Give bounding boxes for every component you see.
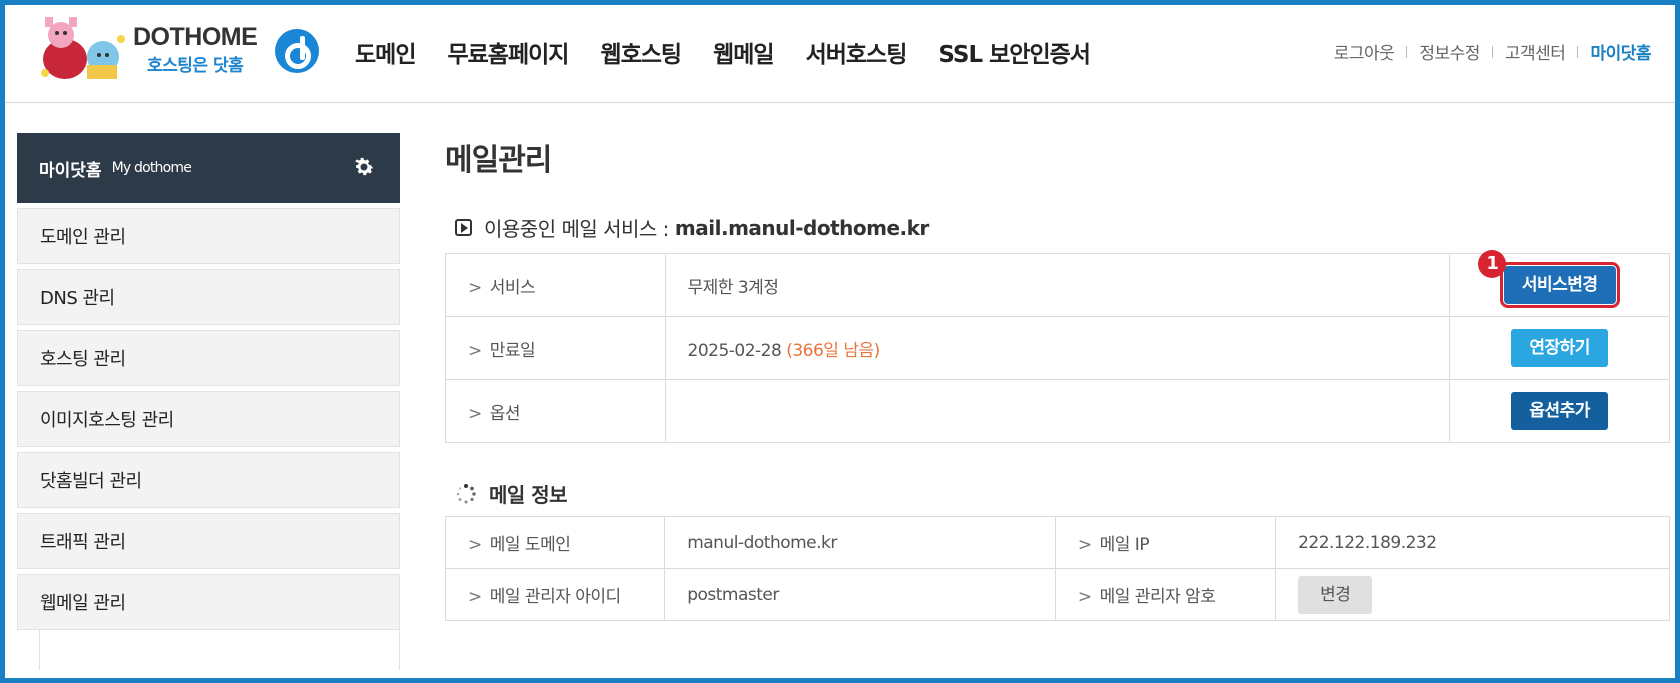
page-title: 메일관리 <box>445 143 552 178</box>
add-option-button[interactable]: 옵션추가 <box>1511 392 1608 430</box>
nav-web-hosting[interactable]: 웹호스팅 <box>600 35 682 69</box>
info-section-label: 메일 정보 <box>489 483 568 507</box>
mail-domain-label: 메일 도메인 <box>489 535 571 555</box>
chevron-right-icon: > <box>1077 535 1092 555</box>
logout-link[interactable]: 로그아웃 <box>1334 39 1395 64</box>
chevron-right-icon: > <box>468 340 482 361</box>
row-label: > 메일 관리자 아이디 <box>444 568 666 621</box>
nav-free-homepage[interactable]: 무료홈페이지 <box>447 35 569 69</box>
row-label: > 메일 도메인 <box>444 516 666 569</box>
divider <box>1577 45 1579 58</box>
chevron-right-icon: > <box>1077 587 1092 607</box>
row-label: > 메일 관리자 암호 <box>1054 568 1277 621</box>
main-content: 메일관리 이용중인 메일 서비스 : mail.manul-dothome.kr… <box>444 135 1670 621</box>
sidebar-item-domain[interactable]: 도메인 관리 <box>17 208 400 264</box>
sidebar-item-image-hosting[interactable]: 이미지호스팅 관리 <box>17 391 400 447</box>
table-row: > 서비스 무제한 3계정 1 서비스변경 <box>445 250 1670 317</box>
service-section-title: 이용중인 메일 서비스 : mail.manul-dothome.kr <box>455 213 929 242</box>
row-action: 연장하기 <box>1449 316 1670 380</box>
service-section-label: 이용중인 메일 서비스 : <box>484 217 669 241</box>
service-label: 서비스 <box>489 277 536 298</box>
service-value: 무제한 3계정 <box>664 253 1451 317</box>
dothome-logo[interactable]: DOTHOME 호스팅은 닷홈 <box>35 11 319 89</box>
play-icon <box>455 219 472 236</box>
option-label: 옵션 <box>489 403 521 424</box>
table-row: > 메일 도메인 manul-dothome.kr > 메일 IP 222.122.… <box>444 516 1670 569</box>
sidebar: 마이닷홈 My dothome 도메인 관리 DNS 관리 호스팅 관리 이미지… <box>17 133 400 670</box>
mascot-icon <box>41 17 125 79</box>
divider <box>1406 45 1408 58</box>
row-action: 1 서비스변경 <box>1449 250 1670 317</box>
submenu-area <box>39 630 400 670</box>
nav-webmail[interactable]: 웹메일 <box>713 35 774 69</box>
admin-password-label: 메일 관리자 암호 <box>1099 587 1216 607</box>
main-nav: 도메인 무료홈페이지 웹호스팅 웹메일 서버호스팅 SSL 보안인증서 <box>355 35 1122 69</box>
divider <box>1491 45 1493 58</box>
nav-ssl[interactable]: SSL 보안인증서 <box>938 35 1091 69</box>
logo-text: DOTHOME <box>133 23 258 51</box>
extend-button[interactable]: 연장하기 <box>1511 329 1608 367</box>
sidebar-item-builder[interactable]: 닷홈빌더 관리 <box>17 452 400 508</box>
chevron-right-icon: > <box>468 277 482 298</box>
mail-service-domain: mail.manul-dothome.kr <box>674 215 929 240</box>
sidebar-item-hosting[interactable]: 호스팅 관리 <box>17 330 400 386</box>
utility-nav: 로그아웃 정보수정 고객센터 마이닷홈 <box>1334 39 1652 64</box>
row-label: > 서비스 <box>445 253 666 317</box>
admin-id-label: 메일 관리자 아이디 <box>489 587 621 607</box>
mail-info-table: > 메일 도메인 manul-dothome.kr > 메일 IP 222.122.… <box>444 516 1670 621</box>
sidebar-item-dns[interactable]: DNS 관리 <box>17 269 400 325</box>
nav-domain[interactable]: 도메인 <box>355 35 416 69</box>
spinner-icon <box>456 483 476 503</box>
my-dothome-link[interactable]: 마이닷홈 <box>1590 39 1651 64</box>
admin-password-value: 변경 <box>1275 568 1670 621</box>
row-label: > 메일 IP <box>1054 516 1277 569</box>
row-label: > 옵션 <box>445 379 666 443</box>
change-password-button[interactable]: 변경 <box>1298 575 1373 614</box>
edit-info-link[interactable]: 정보수정 <box>1419 39 1480 64</box>
days-remaining: (366일 남음) <box>786 340 880 361</box>
sidebar-header: 마이닷홈 My dothome <box>17 133 400 203</box>
table-row: > 메일 관리자 아이디 postmaster > 메일 관리자 암호 변경 <box>444 568 1670 621</box>
row-label: > 만료일 <box>445 316 666 380</box>
admin-id-value: postmaster <box>664 568 1056 621</box>
change-service-button[interactable]: 서비스변경 <box>1499 262 1620 308</box>
service-table: > 서비스 무제한 3계정 1 서비스변경 > 만료일 2025-02-28 (36… <box>445 250 1670 443</box>
table-row: > 만료일 2025-02-28 (366일 남음) 연장하기 <box>445 316 1670 380</box>
sidebar-item-traffic[interactable]: 트래픽 관리 <box>17 513 400 569</box>
chevron-right-icon: > <box>468 535 482 555</box>
site-header: DOTHOME 호스팅은 닷홈 도메인 무료홈페이지 웹호스팅 웹메일 서버호스… <box>5 5 1675 103</box>
sidebar-item-webmail[interactable]: 웹메일 관리 <box>17 574 400 630</box>
expiry-value: 2025-02-28 (366일 남음) <box>664 316 1451 380</box>
gear-icon[interactable] <box>352 155 376 179</box>
logo-tagline: 호스팅은 닷홈 <box>147 56 244 76</box>
browser-frame: DOTHOME 호스팅은 닷홈 도메인 무료홈페이지 웹호스팅 웹메일 서버호스… <box>0 0 1680 683</box>
row-action: 옵션추가 <box>1449 379 1670 443</box>
nav-server-hosting[interactable]: 서버호스팅 <box>806 35 908 69</box>
expiry-date: 2025-02-28 <box>687 340 782 361</box>
logo-d-icon <box>275 29 319 73</box>
table-row: > 옵션 옵션추가 <box>445 379 1670 443</box>
sidebar-subtitle: My dothome <box>111 160 192 176</box>
mail-domain-value: manul-dothome.kr <box>664 516 1056 569</box>
option-value <box>664 379 1451 443</box>
chevron-right-icon: > <box>468 403 482 424</box>
customer-center-link[interactable]: 고객센터 <box>1505 39 1566 64</box>
chevron-right-icon: > <box>468 587 482 607</box>
mail-ip-label: 메일 IP <box>1099 535 1150 555</box>
mail-ip-value: 222.122.189.232 <box>1275 516 1670 569</box>
expiry-label: 만료일 <box>489 340 536 361</box>
annotation-badge: 1 <box>1478 250 1507 278</box>
sidebar-title: 마이닷홈 <box>39 160 102 181</box>
info-section-title: 메일 정보 <box>455 479 568 508</box>
